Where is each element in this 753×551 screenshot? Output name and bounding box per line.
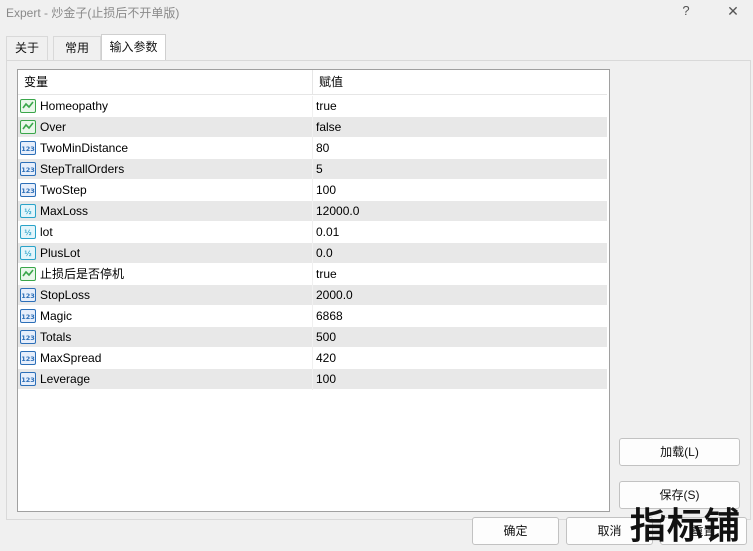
table-row[interactable]: ½ MaxLoss 12000.0: [18, 201, 607, 222]
table-body: Homeopathy true Over false 123 TwoMinDistance…: [18, 96, 607, 390]
parameter-value[interactable]: 500: [316, 327, 336, 348]
parameter-name: 止损后是否停机: [40, 267, 125, 281]
table-row[interactable]: 123 Magic 6868: [18, 306, 607, 327]
parameter-value[interactable]: 0.0: [316, 243, 333, 264]
cell-divider: [312, 180, 313, 201]
close-icon[interactable]: ✕: [725, 3, 741, 20]
cell-divider: [312, 117, 313, 138]
watermark: 指标铺: [630, 506, 742, 547]
svg-text:123: 123: [21, 313, 35, 321]
parameter-value[interactable]: 80: [316, 138, 329, 159]
int-icon: 123: [20, 330, 36, 344]
table-row[interactable]: 123 MaxSpread 420: [18, 348, 607, 369]
title-bar: Expert - 炒金子(止损后不开单版) ? ✕: [0, 0, 753, 26]
svg-text:123: 123: [21, 376, 35, 384]
parameter-name: Totals: [40, 330, 72, 344]
parameter-name: StepTrallOrders: [40, 162, 125, 176]
svg-text:123: 123: [21, 355, 35, 363]
parameter-value[interactable]: 12000.0: [316, 201, 359, 222]
parameter-value[interactable]: 420: [316, 348, 336, 369]
cell-divider: [312, 159, 313, 180]
parameter-name: Magic: [40, 309, 73, 323]
parameters-table: 变量 赋值 Homeopathy true Over false 123 TwoMinDi…: [17, 69, 610, 512]
bool-icon: [20, 267, 36, 281]
table-header: 变量 赋值: [18, 70, 607, 95]
tab-common[interactable]: 常用: [53, 36, 101, 60]
tab-inputs[interactable]: 输入参数: [101, 34, 166, 60]
parameter-value[interactable]: true: [316, 264, 337, 285]
parameter-name: Over: [40, 120, 67, 134]
parameter-value[interactable]: 6868: [316, 306, 343, 327]
double-icon: ½: [20, 225, 36, 239]
cell-divider: [312, 96, 313, 117]
tab-about[interactable]: 关于: [6, 36, 48, 60]
help-icon[interactable]: ?: [678, 3, 694, 18]
bool-icon: [20, 120, 36, 134]
cell-divider: [312, 285, 313, 306]
cell-divider: [312, 138, 313, 159]
table-row[interactable]: ½ lot 0.01: [18, 222, 607, 243]
cell-divider: [312, 348, 313, 369]
table-row[interactable]: 止损后是否停机 true: [18, 264, 607, 285]
table-row[interactable]: 123 StopLoss 2000.0: [18, 285, 607, 306]
parameter-name: MaxSpread: [40, 351, 102, 365]
parameter-name: TwoMinDistance: [40, 141, 129, 155]
column-header-variable[interactable]: 变量: [18, 70, 48, 95]
int-icon: 123: [20, 372, 36, 386]
int-icon: 123: [20, 162, 36, 176]
table-row[interactable]: 123 Leverage 100: [18, 369, 607, 390]
parameter-name: lot: [40, 225, 53, 239]
svg-text:½: ½: [24, 250, 31, 258]
cell-divider: [312, 201, 313, 222]
int-icon: 123: [20, 288, 36, 302]
table-row[interactable]: 123 StepTrallOrders 5: [18, 159, 607, 180]
cell-divider: [312, 243, 313, 264]
cell-divider: [312, 327, 313, 348]
load-button[interactable]: 加载(L): [619, 438, 740, 466]
int-icon: 123: [20, 141, 36, 155]
svg-text:123: 123: [21, 166, 35, 174]
parameter-value[interactable]: true: [316, 96, 337, 117]
cell-divider: [312, 222, 313, 243]
cell-divider: [312, 369, 313, 390]
double-icon: ½: [20, 246, 36, 260]
window-title: Expert - 炒金子(止损后不开单版): [6, 6, 180, 20]
svg-text:123: 123: [21, 145, 35, 153]
double-icon: ½: [20, 204, 36, 218]
int-icon: 123: [20, 351, 36, 365]
svg-text:123: 123: [21, 292, 35, 300]
int-icon: 123: [20, 309, 36, 323]
table-row[interactable]: ½ PlusLot 0.0: [18, 243, 607, 264]
parameter-name: MaxLoss: [40, 204, 89, 218]
parameter-name: StopLoss: [40, 288, 91, 302]
parameter-name: PlusLot: [40, 246, 81, 260]
bool-icon: [20, 99, 36, 113]
parameter-value[interactable]: 100: [316, 180, 336, 201]
parameter-name: TwoStep: [40, 183, 87, 197]
table-row[interactable]: Homeopathy true: [18, 96, 607, 117]
svg-text:123: 123: [21, 187, 35, 195]
table-row[interactable]: 123 TwoStep 100: [18, 180, 607, 201]
ok-button[interactable]: 确定: [472, 517, 559, 545]
int-icon: 123: [20, 183, 36, 197]
parameter-name: Homeopathy: [40, 99, 109, 113]
parameter-name: Leverage: [40, 372, 91, 386]
parameter-value[interactable]: false: [316, 117, 341, 138]
cell-divider: [312, 306, 313, 327]
table-row[interactable]: 123 Totals 500: [18, 327, 607, 348]
parameter-value[interactable]: 5: [316, 159, 323, 180]
table-row[interactable]: Over false: [18, 117, 607, 138]
svg-text:½: ½: [24, 208, 31, 216]
table-row[interactable]: 123 TwoMinDistance 80: [18, 138, 607, 159]
svg-text:123: 123: [21, 334, 35, 342]
cell-divider: [312, 264, 313, 285]
parameter-value[interactable]: 0.01: [316, 222, 339, 243]
svg-text:½: ½: [24, 229, 31, 237]
parameter-value[interactable]: 100: [316, 369, 336, 390]
column-header-value[interactable]: 赋值: [313, 70, 343, 95]
parameter-value[interactable]: 2000.0: [316, 285, 353, 306]
